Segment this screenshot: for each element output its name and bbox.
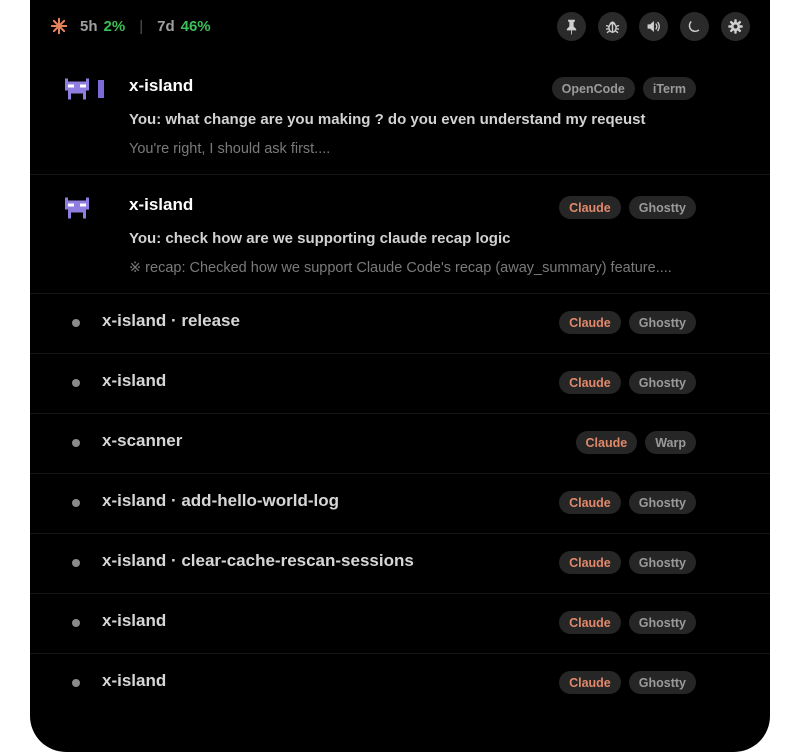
session-summary: ※ recap: Checked how we support Claude C… [129,260,672,276]
agent-tag: Claude [559,671,621,694]
settings-button[interactable] [721,11,750,41]
agent-avatar-icon [65,78,89,100]
agent-tag: Claude [559,551,621,574]
session-card[interactable]: x-island OpenCode iTerm You: what change… [30,56,770,175]
session-row[interactable]: x-island · release Claude Ghostty [30,294,770,354]
session-last-message: You: check how are we supporting claude … [129,230,511,247]
session-row[interactable]: x-island Claude Ghostty [30,354,770,414]
week-window-label: 7d [157,17,175,35]
session-tags: Claude Ghostty [559,671,696,694]
session-tags: Claude Ghostty [559,551,696,574]
session-tags: Claude Ghostty [559,311,696,334]
idle-status-dot [72,679,80,687]
terminal-tag: Ghostty [628,491,696,514]
session-title: x-island · release [102,311,240,330]
session-list: x-island OpenCode iTerm You: what change… [30,56,770,713]
session-row[interactable]: x-scanner Claude Warp [30,414,770,474]
agent-avatar-icon [65,197,89,219]
agent-tag: Claude [559,611,621,634]
session-title: x-island [129,76,194,95]
terminal-tag: iTerm [642,77,696,100]
top-bar: 5h 2% | 7d 46% [50,10,750,42]
session-title: x-island [102,371,167,390]
speaker-icon [647,20,660,32]
pin-button[interactable] [557,11,586,41]
idle-status-dot [72,319,80,327]
session-last-message: You: what change are you making ? do you… [129,111,646,128]
session-row[interactable]: x-island · clear-cache-rescan-sessions C… [30,534,770,594]
session-title: x-island [102,671,167,690]
agent-tag: Claude [575,431,638,454]
agent-tag: OpenCode [551,77,635,100]
session-summary: You're right, I should ask first.... [129,141,331,157]
idle-status-dot [72,619,80,627]
agent-tag: Claude [559,196,621,219]
session-window-label: 5h [80,17,98,35]
terminal-tag: Ghostty [628,196,696,219]
agent-tag: Claude [559,311,621,334]
agent-tag: Claude [559,491,621,514]
session-tags: Claude Ghostty [559,196,696,219]
pin-icon [566,19,577,35]
debug-button[interactable] [598,11,627,41]
toolbar-icons [557,11,750,41]
usage-separator: | [139,17,144,35]
terminal-tag: Ghostty [628,371,696,394]
terminal-tag: Ghostty [628,551,696,574]
usage-meter: 5h 2% | 7d 46% [50,17,211,35]
session-title: x-island [102,611,167,630]
terminal-tag: Ghostty [628,611,696,634]
session-tags: OpenCode iTerm [551,77,696,100]
session-card[interactable]: x-island Claude Ghostty You: check how a… [30,175,770,294]
island-panel: 5h 2% | 7d 46% x-island OpenCode iTerm Y… [30,0,770,752]
terminal-tag: Ghostty [628,311,696,334]
week-usage-percent: 46% [180,17,211,35]
activity-indicator [98,80,104,98]
session-row[interactable]: x-island · add-hello-world-log Claude Gh… [30,474,770,534]
session-usage-percent: 2% [103,17,126,35]
gear-icon [728,18,743,34]
sound-button[interactable] [639,11,668,41]
session-row[interactable]: x-island Claude Ghostty [30,594,770,654]
terminal-tag: Ghostty [628,671,696,694]
idle-status-dot [72,379,80,387]
session-tags: Claude Warp [575,431,696,454]
dark-mode-button[interactable] [680,11,709,41]
agent-tag: Claude [559,371,621,394]
session-title: x-island [129,195,194,214]
session-title: x-island · add-hello-world-log [102,491,340,510]
session-title: x-scanner [102,431,183,450]
idle-status-dot [72,559,80,567]
terminal-tag: Warp [645,431,696,454]
session-tags: Claude Ghostty [559,611,696,634]
session-tags: Claude Ghostty [559,371,696,394]
spark-icon [50,17,68,35]
session-tags: Claude Ghostty [559,491,696,514]
session-title: x-island · clear-cache-rescan-sessions [102,551,414,570]
session-row[interactable]: x-island Claude Ghostty [30,654,770,713]
idle-status-dot [72,499,80,507]
idle-status-dot [72,439,80,447]
bug-icon [605,20,620,33]
moon-icon [688,20,700,32]
